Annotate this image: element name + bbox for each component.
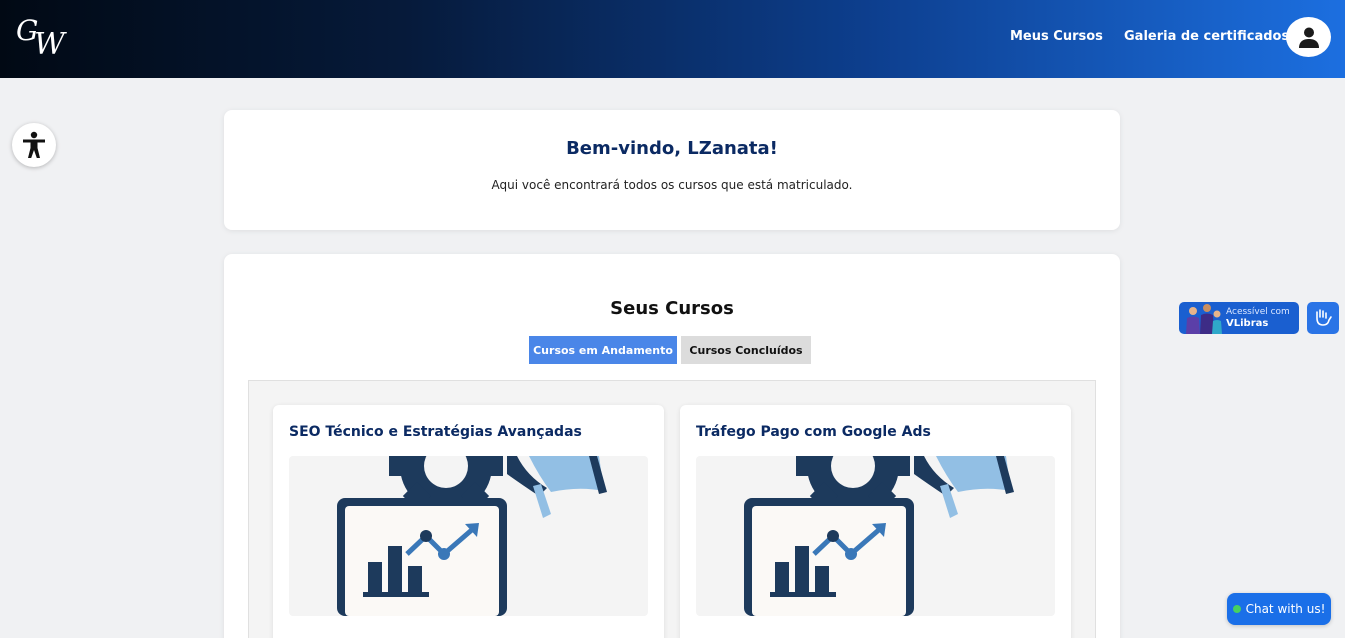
course-list: SEO Técnico e Estratégias Avançadas Tráf… [248, 380, 1096, 638]
top-navbar: G W Meus Cursos Galeria de certificados [0, 0, 1345, 78]
nav-certificates-gallery[interactable]: Galeria de certificados [1124, 29, 1289, 44]
courses-heading: Seus Cursos [610, 298, 734, 319]
vlibras-people-icon [1186, 304, 1222, 334]
courses-card: Seus Cursos Cursos em Andamento Cursos C… [224, 254, 1120, 638]
sign-language-icon [1316, 309, 1332, 326]
marketing-chart-icon [744, 456, 1014, 616]
logo[interactable]: G W [14, 10, 76, 62]
chat-label: Chat with us! [1245, 602, 1326, 616]
course-title[interactable]: SEO Técnico e Estratégias Avançadas [289, 424, 582, 440]
course-title[interactable]: Tráfego Pago com Google Ads [696, 424, 931, 440]
chat-button[interactable]: Chat with us! [1227, 593, 1331, 625]
user-avatar-button[interactable] [1286, 17, 1331, 57]
online-status-dot [1232, 605, 1241, 613]
course-thumbnail[interactable] [696, 456, 1055, 616]
vlibras-line1: Acessível com [1226, 307, 1290, 317]
course-card[interactable]: SEO Técnico e Estratégias Avançadas [273, 405, 664, 638]
welcome-subtitle: Aqui você encontrará todos os cursos que… [491, 178, 853, 192]
vlibras-badge[interactable]: Acessível com VLibras [1179, 302, 1299, 334]
course-thumbnail[interactable] [289, 456, 648, 616]
welcome-title: Bem-vindo, LZanata! [566, 138, 778, 159]
welcome-card: Bem-vindo, LZanata! Aqui você encontrará… [224, 110, 1120, 230]
marketing-chart-icon [337, 456, 607, 616]
tab-completed[interactable]: Cursos Concluídos [681, 336, 811, 364]
accessibility-button[interactable] [12, 123, 56, 167]
accessibility-icon [23, 131, 45, 158]
user-icon [1298, 27, 1319, 48]
vlibras-button[interactable] [1307, 302, 1339, 334]
tab-in-progress[interactable]: Cursos em Andamento [529, 336, 677, 364]
vlibras-line2: VLibras [1226, 318, 1269, 329]
course-card[interactable]: Tráfego Pago com Google Ads [680, 405, 1071, 638]
nav-my-courses[interactable]: Meus Cursos [1010, 29, 1103, 44]
svg-text:W: W [34, 27, 67, 60]
